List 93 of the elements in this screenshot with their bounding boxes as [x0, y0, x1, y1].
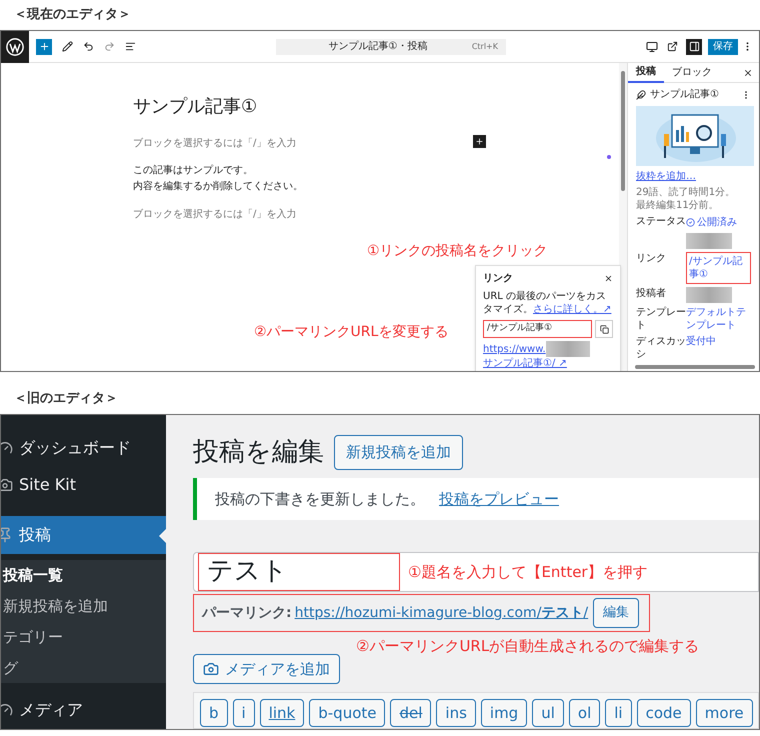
settings-toggle-button[interactable]: [686, 38, 702, 54]
empty-block-input[interactable]: ブロックを選択するには「/」を入力: [133, 136, 296, 151]
quicktag-button[interactable]: more: [696, 698, 753, 727]
quicktag-button[interactable]: ol: [568, 698, 600, 727]
menu-icon: [1, 526, 13, 543]
field-link[interactable]: デフォルトテンプレート: [686, 306, 751, 332]
page-heading: 投稿を編集: [193, 436, 324, 469]
field-label: テンプレート: [636, 306, 686, 332]
paragraph-line: 内容を編集するか削除してください。: [133, 180, 303, 194]
quicktag-button[interactable]: ul: [532, 698, 564, 727]
plus-icon: [475, 137, 484, 146]
title-input[interactable]: テスト: [198, 552, 400, 591]
field-label: ディスカッシ: [636, 335, 686, 361]
copy-icon: [600, 324, 608, 334]
command-bar[interactable]: サンプル記事①・投稿 Ctrl+K: [276, 38, 506, 54]
inserter-button[interactable]: [473, 135, 486, 148]
menu-icon: [1, 702, 13, 718]
url-link[interactable]: サンプル記事①/ ↗: [483, 357, 567, 370]
add-media-button[interactable]: メディアを追加: [193, 654, 340, 684]
section-label: ＜旧のエディタ＞: [13, 390, 119, 408]
redo-icon[interactable]: [104, 41, 115, 52]
blurred-block: [546, 341, 590, 357]
pen-icon: [636, 90, 646, 100]
menu-item[interactable]: 投稿: [1, 516, 166, 554]
annotation-text: ①題名を入力して【Entter】を押す: [408, 562, 648, 583]
blurred-block: [686, 287, 732, 303]
post-title: サンプル記事①: [133, 95, 258, 119]
shortcut-hint: Ctrl+K: [472, 40, 498, 52]
quicktag-button[interactable]: ins: [436, 698, 476, 727]
plus-icon: [38, 41, 50, 52]
save-button[interactable]: 保存: [708, 38, 738, 54]
logo-button[interactable]: [1, 31, 29, 62]
pencil-icon[interactable]: [62, 41, 73, 52]
quicktag-button[interactable]: b-quote: [309, 698, 386, 727]
edit-permalink-button[interactable]: 編集: [593, 598, 640, 628]
menu-item[interactable]: メディア: [1, 691, 166, 729]
blurred-block: [686, 233, 732, 249]
menu-icon: [1, 477, 13, 494]
menu-icon: [1, 440, 13, 456]
preview-link[interactable]: 投稿をプレビュー: [439, 488, 559, 510]
learn-more-link[interactable]: さらに詳しく。↗: [533, 304, 612, 315]
undo-icon[interactable]: [83, 41, 94, 52]
paragraph-line: この記事はサンプルです。: [133, 164, 254, 178]
quicktag-button[interactable]: img: [480, 698, 528, 727]
field-label: 投稿者: [636, 287, 667, 300]
close-icon[interactable]: [743, 68, 753, 78]
submenu-item[interactable]: 新規投稿を追加: [1, 590, 166, 622]
sidebar-icon: [688, 41, 700, 52]
submenu-item[interactable]: 投稿一覧: [1, 560, 166, 591]
list-view-icon[interactable]: [125, 41, 136, 52]
post-stat: 29語、読了時間1分。: [636, 186, 736, 199]
close-icon[interactable]: [604, 274, 613, 283]
sidebar-tab[interactable]: 投稿: [628, 63, 664, 82]
empty-block-input[interactable]: ブロックを選択するには「/」を入力: [133, 207, 296, 222]
field-link[interactable]: 受付中: [686, 335, 716, 348]
add-new-post-button[interactable]: 新規投稿を追加: [334, 435, 463, 470]
title-field[interactable]: テスト ①題名を入力して【Entter】を押す: [193, 552, 759, 592]
slug-input[interactable]: /サンプル記事①: [483, 320, 592, 338]
submenu-item[interactable]: テゴリー: [1, 622, 166, 652]
annotation-text: ①リンクの投稿名をクリック: [367, 242, 548, 261]
add-excerpt-link[interactable]: 抜粋を追加…: [628, 169, 759, 184]
desktop-icon[interactable]: [646, 40, 658, 52]
quicktag-button[interactable]: i: [232, 698, 255, 727]
wordpress-logo-icon: [6, 38, 24, 56]
external-link-icon[interactable]: [667, 41, 678, 52]
notice-message: 投稿の下書きを更新しました。: [215, 488, 425, 510]
quicktag-button[interactable]: del: [390, 698, 432, 727]
submenu-item[interactable]: グ: [1, 652, 166, 684]
sidebar-tab[interactable]: ブロック: [664, 63, 720, 82]
post-name: サンプル記事①: [650, 88, 720, 102]
check-circle-icon: [686, 218, 695, 227]
copy-button[interactable]: [595, 320, 613, 338]
url-link[interactable]: https://www.: [483, 342, 546, 356]
status-value[interactable]: 公開済み: [697, 215, 737, 230]
menu-item[interactable]: ダッシュボード: [1, 429, 166, 467]
document-title: サンプル記事①・投稿: [327, 40, 428, 54]
media-icon: [203, 660, 219, 677]
section-label: ＜現在のエディタ＞: [13, 6, 132, 24]
popover-description: URL の最後のパーツをカスタマイズ。さらに詳しく。↗: [483, 290, 612, 316]
quicktag-button[interactable]: b: [200, 698, 228, 727]
quicktag-button[interactable]: li: [605, 698, 632, 727]
field-link[interactable]: /サンプル記事①: [686, 252, 751, 284]
add-block-button[interactable]: [36, 38, 52, 54]
permalink-label: パーマリンク:: [202, 604, 292, 623]
quicktag-button[interactable]: code: [636, 698, 691, 727]
quicktag-button[interactable]: link: [260, 698, 304, 727]
field-label: リンク: [636, 252, 667, 265]
field-label: ステータス: [636, 215, 686, 228]
post-stat: 最終編集11分前。: [636, 199, 720, 212]
popover-title: リンク: [483, 272, 514, 286]
annotation-text: ②パーマリンクURLが自動生成されるので編集する: [356, 636, 700, 658]
annotation-text: ②パーマリンクURLを変更する: [254, 323, 448, 342]
menu-item[interactable]: Site Kit: [1, 466, 166, 504]
